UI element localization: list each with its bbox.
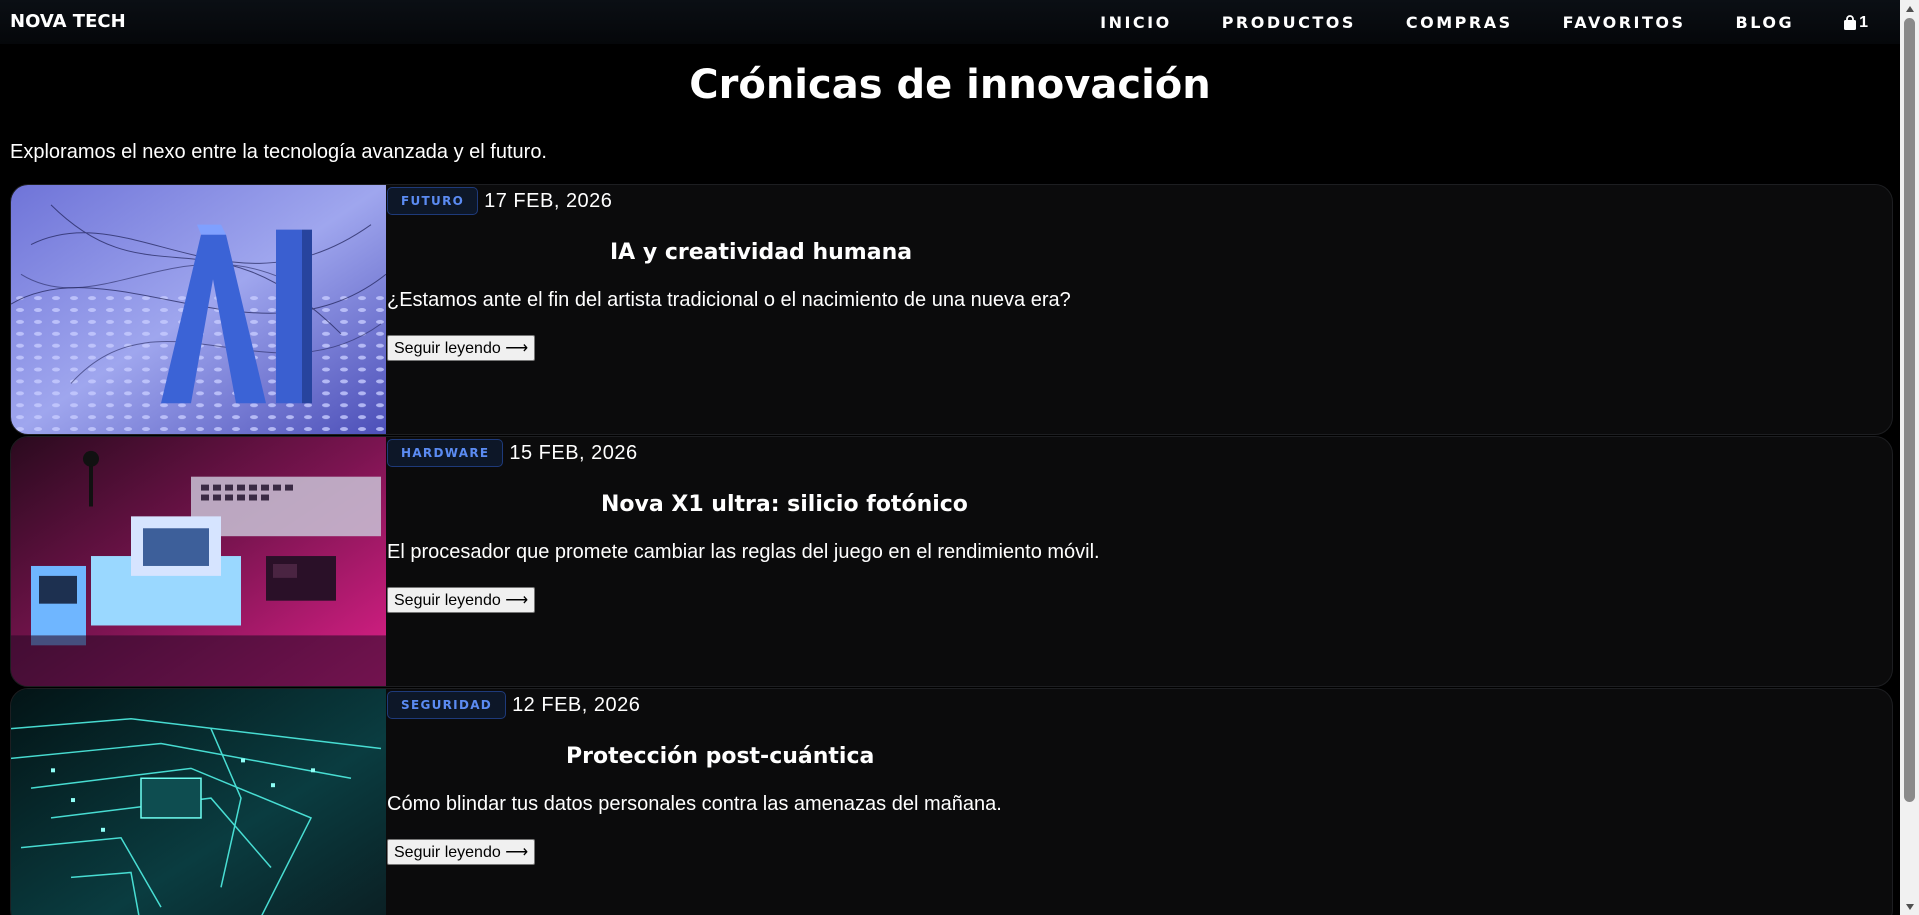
top-navigation-bar: NOVA TECH INICIO PRODUCTOS COMPRAS FAVOR… [0,0,1900,44]
cart-count: 1 [1859,13,1868,31]
nav-favoritos[interactable]: FAVORITOS [1563,13,1686,32]
main-nav: INICIO PRODUCTOS COMPRAS FAVORITOS BLOG … [1050,13,1868,32]
post-meta: FUTURO 17 FEB, 2026 [387,187,612,215]
nav-productos[interactable]: PRODUCTOS [1222,13,1356,32]
read-more-button[interactable]: Seguir leyendo ⟶ [387,335,536,361]
blog-card: SEGURIDAD 12 FEB, 2026 Protección post-c… [10,688,1893,915]
post-title[interactable]: Protección post-cuántica [566,744,874,769]
post-excerpt: ¿Estamos ante el fin del artista tradici… [387,289,1071,311]
category-tag[interactable]: HARDWARE [387,439,504,467]
post-date: 15 FEB, 2026 [509,441,638,464]
blog-card: FUTURO 17 FEB, 2026 IA y creatividad hum… [10,184,1893,435]
post-image-hardware [11,437,386,686]
scroll-up-arrow-icon[interactable] [1900,0,1919,17]
read-more-button[interactable]: Seguir leyendo ⟶ [387,587,536,613]
post-excerpt: El procesador que promete cambiar las re… [387,541,1100,563]
page-subtitle: Exploramos el nexo entre la tecnología a… [10,141,547,163]
shopping-bag-icon [1844,14,1857,30]
scroll-down-arrow-icon[interactable] [1900,898,1919,915]
post-date: 12 FEB, 2026 [512,693,641,716]
post-title[interactable]: Nova X1 ultra: silicio fotónico [601,492,968,517]
blog-card: HARDWARE 15 FEB, 2026 Nova X1 ultra: sil… [10,436,1893,687]
nav-compras[interactable]: COMPRAS [1406,13,1513,32]
scrollbar-thumb[interactable] [1904,18,1915,802]
read-more-button[interactable]: Seguir leyendo ⟶ [387,839,536,865]
post-date: 17 FEB, 2026 [484,189,613,212]
post-meta: HARDWARE 15 FEB, 2026 [387,439,638,467]
category-tag[interactable]: FUTURO [387,187,479,215]
page-scrollbar[interactable] [1900,0,1919,915]
page-title: Crónicas de innovación [689,62,1211,108]
post-excerpt: Cómo blindar tus datos personales contra… [387,793,1002,815]
site-logo[interactable]: NOVA TECH [10,11,126,32]
cart-button[interactable]: 1 [1842,14,1868,32]
post-meta: SEGURIDAD 12 FEB, 2026 [387,691,640,719]
category-tag[interactable]: SEGURIDAD [387,691,507,719]
nav-blog[interactable]: BLOG [1736,13,1795,32]
post-image-circuit [11,689,386,915]
post-title[interactable]: IA y creatividad humana [610,240,912,265]
nav-inicio[interactable]: INICIO [1100,13,1172,32]
post-image-ai [11,185,386,434]
